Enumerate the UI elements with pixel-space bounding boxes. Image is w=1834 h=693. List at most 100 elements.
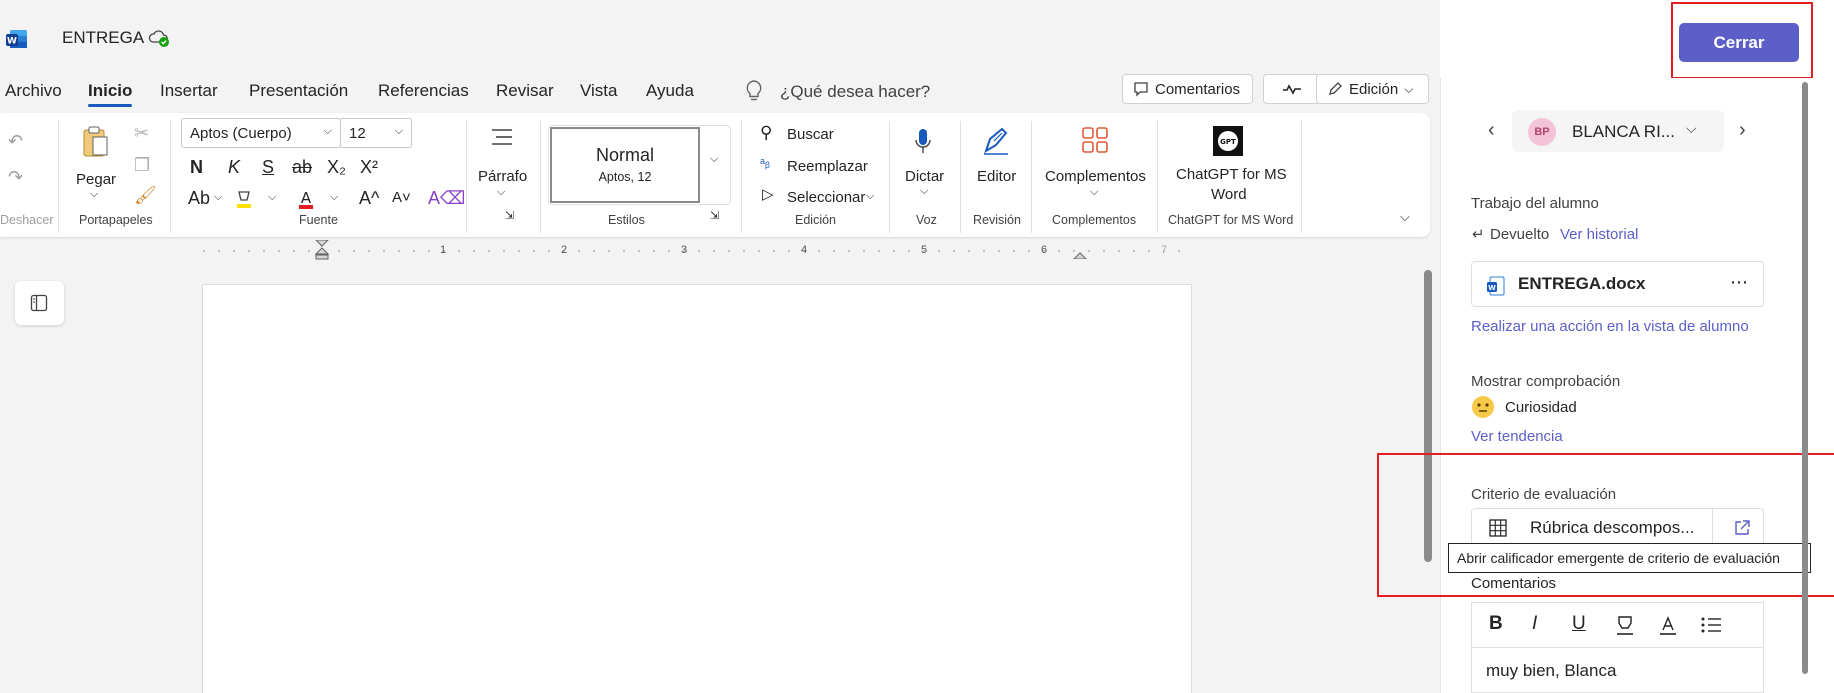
editor-icon[interactable] [980,125,1012,157]
text-color-icon[interactable] [1658,615,1678,637]
navigation-pane-button[interactable] [15,281,64,325]
bold-icon[interactable]: B [1489,613,1503,635]
ribbon-separator [1157,121,1158,233]
addins-label[interactable]: Complementos [1045,168,1146,185]
ribbon-separator [960,121,961,233]
ribbon-separator [741,121,742,233]
undo-icon[interactable]: ↶ [8,131,23,152]
chevron-down-icon[interactable]: ⌵ [497,186,505,199]
dialog-launcher-icon[interactable]: ⇲ [710,209,719,222]
tab-referencias[interactable]: Referencias [378,80,469,102]
ribbon-collapse-chevron-icon[interactable]: ⌵ [1400,209,1410,225]
document-page[interactable] [202,284,1192,693]
comment-input[interactable]: muy bien, Blanca [1471,647,1764,693]
view-history-link[interactable]: Ver historial [1560,226,1638,243]
panel-scrollbar[interactable] [1802,82,1808,674]
chevron-down-icon[interactable]: ⌵ [214,191,222,204]
ruler-tick [623,250,625,252]
tab-revisar[interactable]: Revisar [496,80,554,102]
tab-inicio[interactable]: Inicio [88,80,132,102]
more-options-icon[interactable]: ⋯ [1730,272,1748,293]
font-name-dropdown[interactable]: Aptos (Cuerpo) ⌵ [181,118,341,148]
clear-formatting-icon[interactable]: A⌫ [428,188,465,209]
grow-font-button[interactable]: A^ [359,188,379,209]
dialog-launcher-icon[interactable]: ⇲ [505,209,514,222]
paragraph-icon[interactable] [490,127,514,147]
tab-presentacion[interactable]: Presentación [249,80,348,102]
svg-text:GPT: GPT [1220,138,1236,146]
subscript-button[interactable]: X₂ [327,157,346,178]
strikethrough-button[interactable]: ab [292,157,312,178]
cloud-saved-icon[interactable] [148,28,170,48]
navigation-pane-icon [30,294,48,312]
highlighter-icon[interactable] [1615,615,1635,637]
tab-ayuda[interactable]: Ayuda [646,80,694,102]
ruler-tick [293,250,295,252]
left-indent-marker-icon[interactable] [314,240,330,260]
chevron-down-icon[interactable]: ⌵ [1686,120,1697,137]
tab-vista[interactable]: Vista [580,80,618,102]
chatgpt-label-line1[interactable]: ChatGPT for MS [1176,166,1287,183]
addins-icon[interactable] [1080,125,1110,155]
chevron-down-icon[interactable]: ⌵ [920,185,928,198]
pencil-icon [1329,82,1342,95]
comments-button[interactable]: Comentarios [1122,74,1253,104]
ruler-tick [578,250,580,252]
style-normal-card[interactable]: Normal Aptos, 12 [550,127,700,203]
select-button[interactable]: Seleccionar [787,189,865,206]
ruler-tick [788,250,790,252]
cut-icon[interactable]: ✂ [134,123,149,144]
highlight-icon[interactable] [234,189,254,211]
editor-label[interactable]: Editor [977,168,1016,185]
chevron-down-icon[interactable]: ⌵ [268,191,276,204]
editing-mode-button[interactable]: Edición ⌵ [1316,74,1429,104]
underline-icon[interactable]: U [1572,613,1586,635]
style-name: Normal [595,145,654,165]
ruler-tick [593,250,595,252]
view-trend-link[interactable]: Ver tendencia [1471,428,1563,445]
chevron-down-icon[interactable]: ⌵ [1090,186,1098,199]
tab-archivo[interactable]: Archivo [5,80,62,102]
submitted-file-card[interactable]: W ENTREGA.docx ⋯ [1471,261,1764,307]
font-size-value: 12 [349,125,366,142]
bold-button[interactable]: N [190,157,203,178]
chevron-down-icon[interactable]: ⌵ [90,188,98,201]
chevron-down-icon[interactable]: ⌵ [866,190,874,203]
italic-button[interactable]: K [228,157,240,178]
student-view-action-link[interactable]: Realizar una acción en la vista de alumn… [1471,318,1749,335]
next-student-chevron-icon[interactable]: › [1739,119,1746,142]
font-size-dropdown[interactable]: 12 ⌵ [340,118,412,148]
paste-label[interactable]: Pegar [76,171,116,188]
format-painter-icon[interactable]: 🖌 [134,185,157,206]
previous-student-chevron-icon[interactable]: ‹ [1488,119,1495,142]
redo-icon[interactable]: ↷ [8,167,23,188]
replace-button[interactable]: Reemplazar [787,158,868,175]
shrink-font-button[interactable]: A˅ [392,189,411,206]
right-indent-marker-icon[interactable] [1072,247,1088,259]
change-case-button[interactable]: Ab [188,188,210,209]
paste-icon[interactable] [81,125,109,159]
italic-icon[interactable]: I [1532,613,1537,635]
copy-icon[interactable]: ❐ [134,155,150,176]
tell-me-search[interactable]: ¿Qué desea hacer? [780,82,930,102]
underline-button[interactable]: S [262,157,274,178]
styles-more-chevron-icon[interactable]: ⌵ [710,153,718,166]
ribbon-separator [1031,121,1032,233]
dictate-label[interactable]: Dictar [905,168,944,185]
paragraph-label[interactable]: Párrafo [478,168,527,185]
find-button[interactable]: Buscar [787,126,834,143]
microphone-icon[interactable] [913,127,933,157]
ruler-tick [713,250,715,252]
chatgpt-addin-icon[interactable]: GPT [1212,125,1244,157]
document-title[interactable]: ENTREGA [62,28,144,48]
chevron-down-icon[interactable]: ⌵ [330,191,338,204]
editing-mode-label: Edición [1349,80,1399,98]
chatgpt-label-line2[interactable]: Word [1211,186,1247,203]
ruler-tick [758,250,760,252]
bullet-list-icon[interactable] [1700,615,1722,635]
activity-button[interactable] [1263,74,1320,104]
font-color-icon[interactable]: A [296,189,316,211]
ruler-number: 7 [1161,244,1168,256]
tab-insertar[interactable]: Insertar [160,80,218,102]
superscript-button[interactable]: X² [360,157,378,178]
